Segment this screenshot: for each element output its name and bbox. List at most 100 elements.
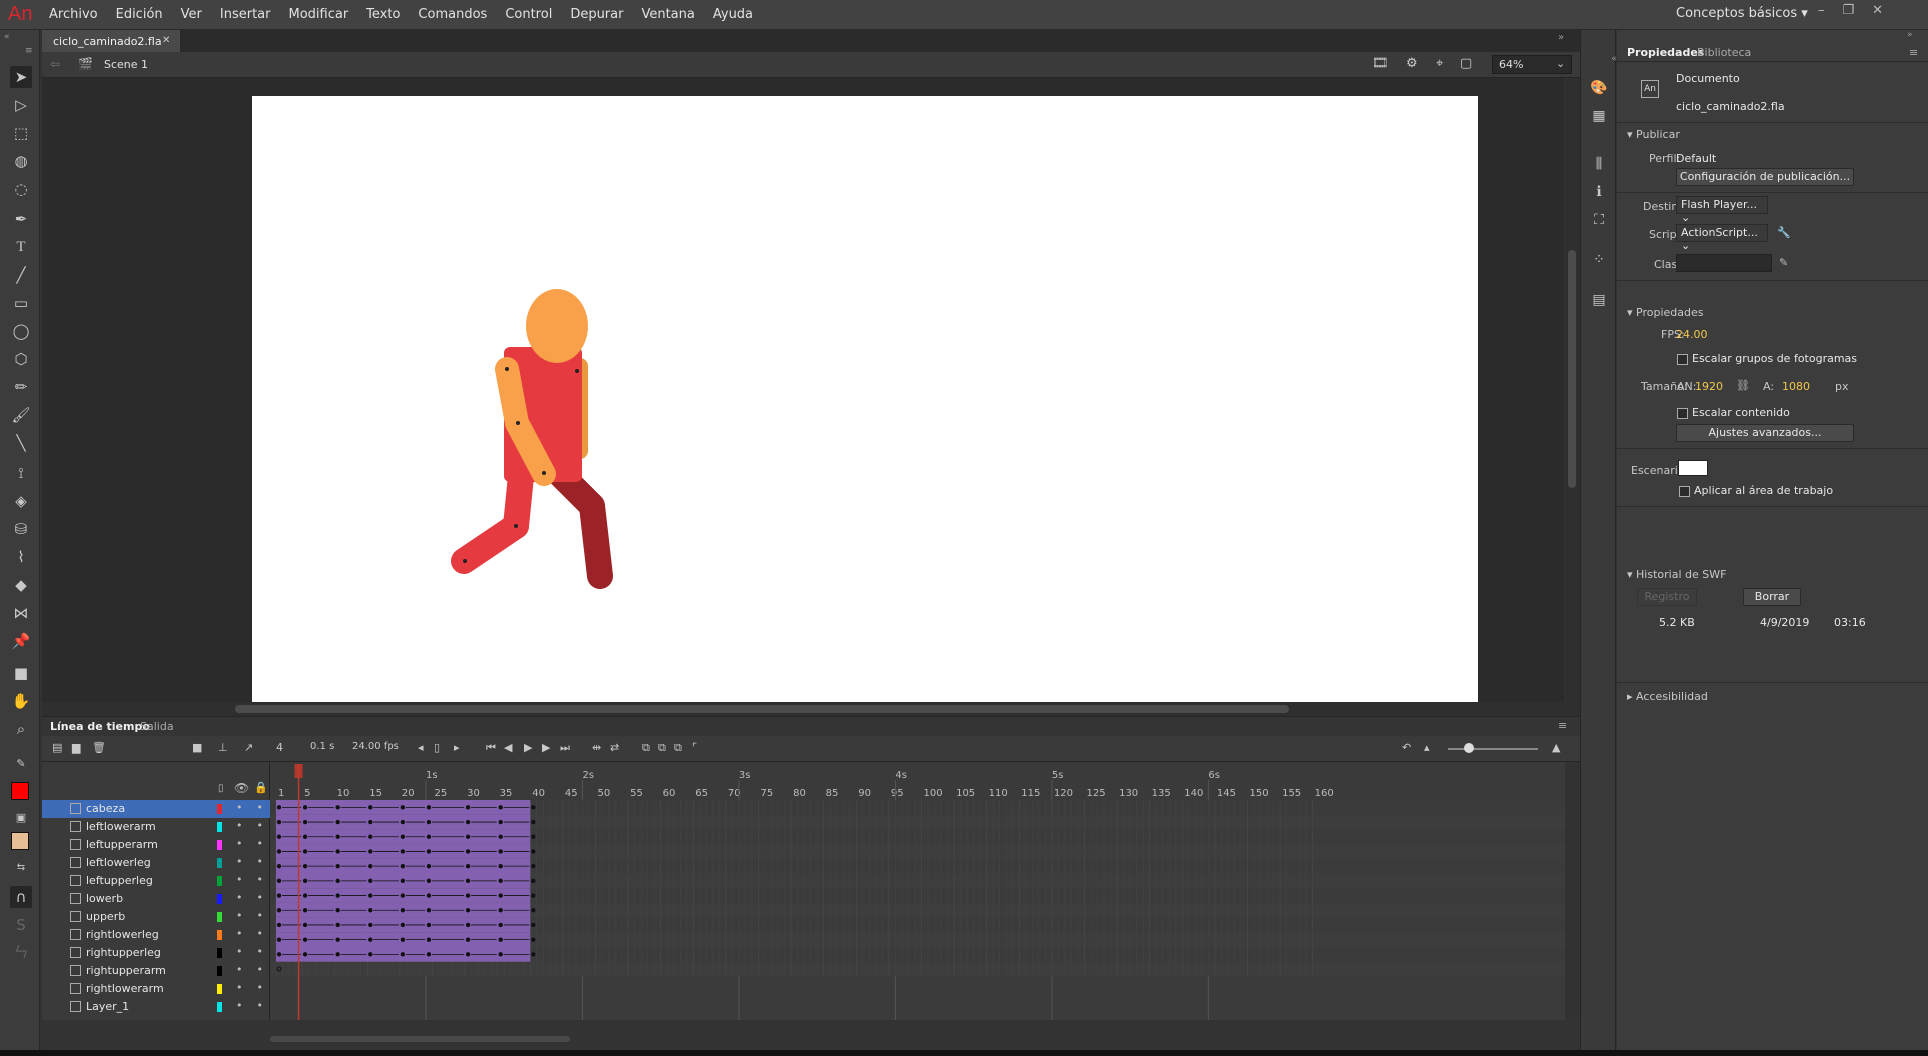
- stroke-color-swatch[interactable]: [11, 782, 29, 800]
- frames-grid[interactable]: 1 5 10 15 20 25 30 35 40 45 50 55 60 65 70 75 80 85 90 95 10…: [270, 762, 1565, 1020]
- selection-tool-icon[interactable]: ➤: [10, 66, 32, 88]
- subselection-tool-icon[interactable]: ▷: [10, 94, 32, 116]
- target-select[interactable]: Flash Player... ⌄: [1676, 196, 1768, 224]
- line-tool-icon[interactable]: ╱: [10, 264, 32, 286]
- layer-row[interactable]: leftupperleg ••: [42, 872, 270, 890]
- go-to-last-icon[interactable]: ⏭: [560, 741, 570, 755]
- camera-tool-icon[interactable]: ■: [10, 662, 32, 684]
- fps-value[interactable]: 24.00: [1676, 328, 1708, 341]
- current-frame[interactable]: 4: [276, 741, 283, 754]
- layer-name[interactable]: rightlowerleg: [86, 928, 159, 941]
- layer-color-swatch[interactable]: [217, 840, 222, 850]
- undo-scale-icon[interactable]: ↶: [1402, 741, 1411, 754]
- library-icon[interactable]: ▤: [1590, 292, 1608, 310]
- brush-tool-icon[interactable]: ╲: [10, 432, 32, 454]
- swap-colors-icon[interactable]: ⇆: [10, 856, 32, 878]
- menu-item-0[interactable]: Archivo: [40, 0, 107, 30]
- step-back-icon[interactable]: ◀: [504, 741, 512, 754]
- layer-color-swatch[interactable]: [217, 876, 222, 886]
- elapsed-time[interactable]: 0.1 s: [310, 741, 334, 752]
- insert-key-icon[interactable]: ▯: [434, 741, 440, 754]
- panel-menu-icon[interactable]: ≡: [1558, 719, 1567, 732]
- snap-magnet-icon[interactable]: ∩: [10, 886, 32, 908]
- paint-bucket-tool-icon[interactable]: ◈: [10, 490, 32, 512]
- collapse-arrows-icon[interactable]: »: [1907, 30, 1913, 40]
- properties-section[interactable]: ▾ Propiedades: [1627, 306, 1704, 319]
- layer-row[interactable]: cabeza ••: [42, 800, 270, 818]
- align-icon[interactable]: ⫼: [1590, 156, 1608, 174]
- menu-item-1[interactable]: Edición: [107, 0, 172, 30]
- menu-item-9[interactable]: Ventana: [632, 0, 703, 30]
- trash-icon[interactable]: 🗑: [92, 741, 106, 754]
- center-stage-icon[interactable]: ⌖: [1436, 56, 1443, 71]
- frame-rate[interactable]: 24.00 fps: [352, 741, 399, 752]
- right-lower-leg[interactable]: [579, 493, 613, 589]
- onion-range-icon[interactable]: ⌜: [692, 741, 697, 754]
- swatches-icon[interactable]: ▦: [1590, 108, 1608, 126]
- layer-name[interactable]: rightupperarm: [86, 964, 166, 977]
- collapse-arrows-icon[interactable]: «: [4, 32, 10, 42]
- layer-color-swatch[interactable]: [217, 858, 222, 868]
- rectangle-tool-icon[interactable]: ▭: [10, 292, 32, 314]
- scale-groups-checkbox[interactable]: [1677, 354, 1688, 365]
- left-lower-leg[interactable]: [451, 513, 529, 574]
- expand-arrows-icon[interactable]: »: [1558, 32, 1564, 43]
- lasso-tool-icon[interactable]: ◌: [10, 178, 32, 200]
- center-frame-icon[interactable]: ⇹: [592, 741, 601, 754]
- ink-bottle-tool-icon[interactable]: ⛁: [10, 518, 32, 540]
- clip-content-icon[interactable]: ▢: [1460, 56, 1472, 71]
- layer-name[interactable]: cabeza: [86, 802, 125, 815]
- close-icon[interactable]: ✕: [1872, 3, 1883, 18]
- eye-icon[interactable]: 👁: [234, 781, 249, 795]
- menu-item-4[interactable]: Modificar: [279, 0, 357, 30]
- layer-row[interactable]: rightupperarm ••: [42, 962, 270, 980]
- layer-name[interactable]: leftupperarm: [86, 838, 158, 851]
- layer-color-swatch[interactable]: [217, 894, 222, 904]
- components-icon[interactable]: ⁘: [1590, 252, 1608, 270]
- advanced-settings-button[interactable]: Ajustes avanzados...: [1676, 424, 1854, 442]
- menu-item-6[interactable]: Comandos: [409, 0, 496, 30]
- edit-symbols-icon[interactable]: ⚙: [1406, 56, 1418, 71]
- layer-name[interactable]: lowerb: [86, 892, 123, 905]
- log-button[interactable]: Registro: [1637, 588, 1697, 606]
- timeline-hscroll-thumb[interactable]: [270, 1036, 570, 1042]
- onion-outline-icon[interactable]: ⧉: [658, 741, 666, 755]
- panel-menu-icon[interactable]: ≡: [1909, 46, 1918, 59]
- pin-tool-icon[interactable]: 📌: [10, 630, 32, 652]
- stage[interactable]: [252, 96, 1478, 702]
- layer-name[interactable]: leftlowerarm: [86, 820, 156, 833]
- layer-row[interactable]: rightupperleg ••: [42, 944, 270, 962]
- layer-color-swatch[interactable]: [217, 912, 222, 922]
- menu-item-8[interactable]: Depurar: [561, 0, 632, 30]
- minimize-icon[interactable]: –: [1818, 3, 1825, 18]
- tab-library[interactable]: Biblioteca: [1697, 46, 1751, 59]
- layer-name[interactable]: leftupperleg: [86, 874, 153, 887]
- layer-color-swatch[interactable]: [217, 948, 222, 958]
- layer-row[interactable]: leftlowerarm ••: [42, 818, 270, 836]
- wrench-icon[interactable]: 🔧: [1777, 226, 1791, 239]
- paint-brush-tool-icon[interactable]: 🖌: [10, 404, 32, 426]
- layer-row[interactable]: lowerb ••: [42, 890, 270, 908]
- color-panel-icon[interactable]: 🎨: [1590, 80, 1608, 98]
- menu-item-10[interactable]: Ayuda: [704, 0, 762, 30]
- layer-color-swatch[interactable]: [217, 930, 222, 940]
- step-forward-icon[interactable]: ▶: [542, 741, 550, 754]
- text-tool-icon[interactable]: T: [10, 236, 32, 258]
- width-value[interactable]: 1920: [1695, 380, 1723, 393]
- new-layer-icon[interactable]: ▤: [52, 741, 62, 754]
- layer-name[interactable]: leftlowerleg: [86, 856, 151, 869]
- publish-settings-button[interactable]: Configuración de publicación...: [1676, 168, 1854, 186]
- head[interactable]: [526, 289, 588, 363]
- script-select[interactable]: ActionScript... ⌄: [1676, 224, 1768, 252]
- class-input[interactable]: [1676, 254, 1772, 272]
- next-key-icon[interactable]: ▸: [454, 741, 460, 754]
- polystar-tool-icon[interactable]: ⬡: [10, 348, 32, 370]
- panel-menu-icon[interactable]: ≡: [25, 46, 33, 56]
- accessibility-section[interactable]: ▸ Accesibilidad: [1627, 690, 1708, 703]
- edit-scene-icon[interactable]: 🎞: [1372, 56, 1389, 71]
- eraser-tool-icon[interactable]: ◆: [10, 574, 32, 596]
- go-to-first-icon[interactable]: ⏮: [486, 741, 496, 755]
- zoom-out-icon[interactable]: ▴: [1424, 741, 1430, 754]
- publish-section[interactable]: ▾ Publicar: [1627, 128, 1680, 141]
- play-icon[interactable]: ▶: [524, 741, 532, 754]
